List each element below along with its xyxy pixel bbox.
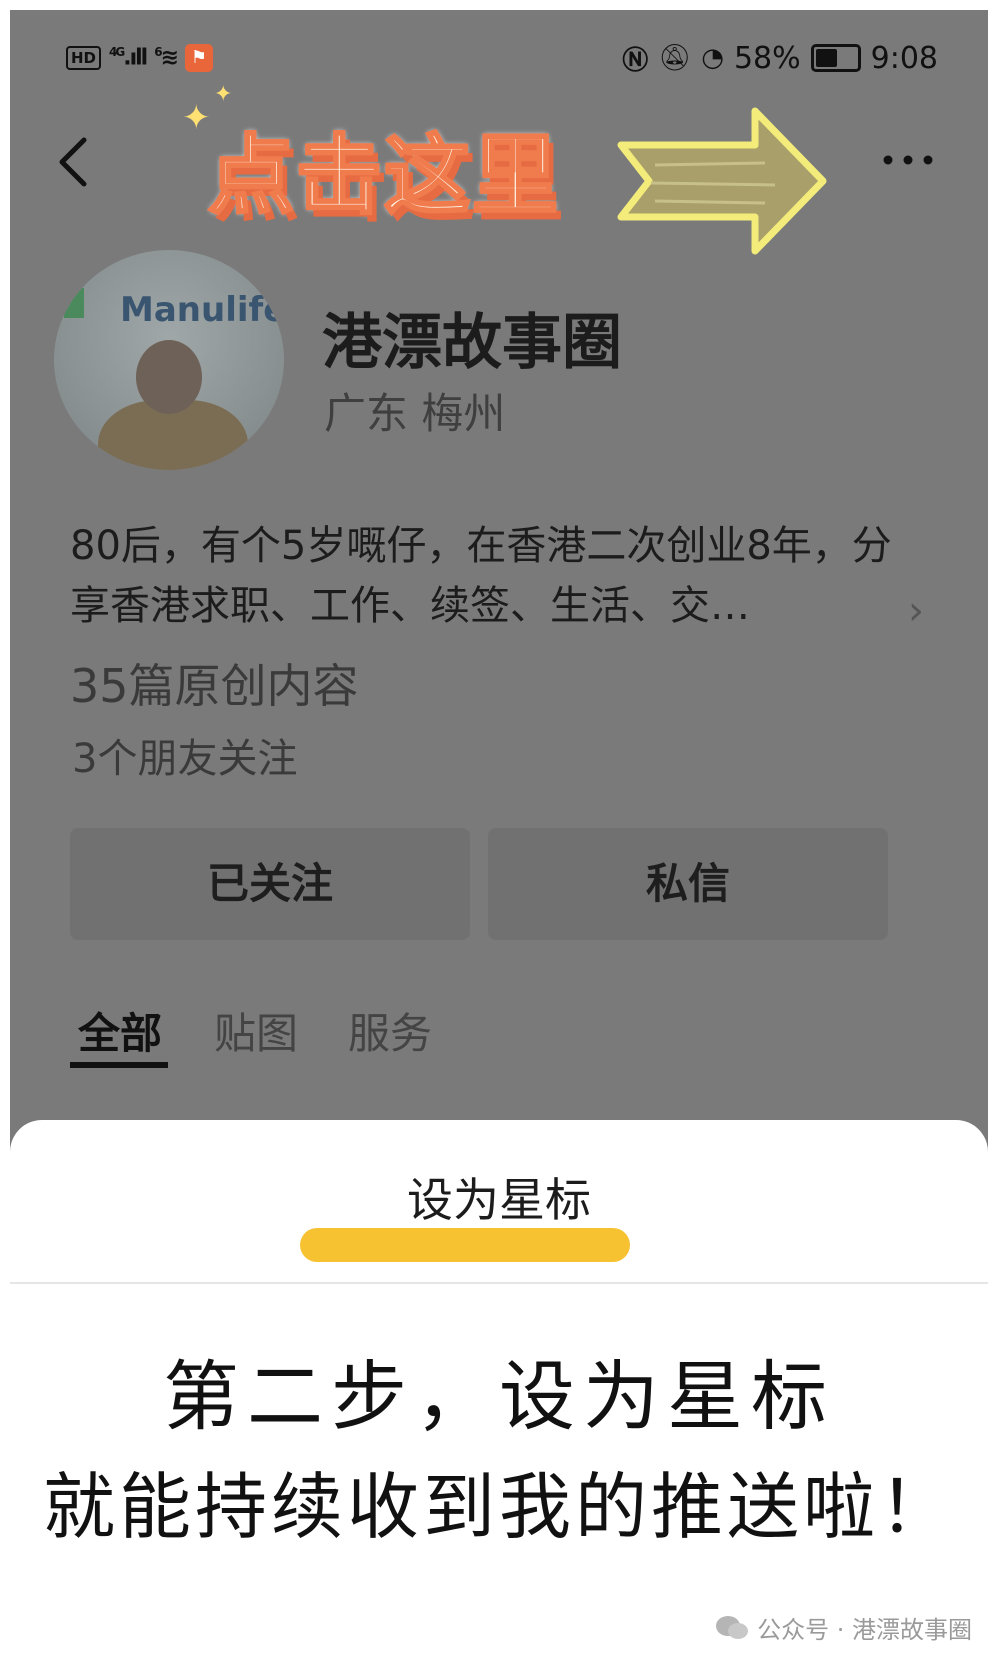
nfc-icon: Ⓝ <box>622 45 649 76</box>
sparkle-icon: ✦ <box>182 98 211 138</box>
followed-button[interactable]: 已关注 <box>70 828 470 940</box>
sparkle-icon: ✦ <box>214 82 233 107</box>
wechat-icon <box>716 1615 749 1639</box>
account-bio[interactable]: 80后，有个5岁嘅仔，在香港二次创业8年，分享香港求职、工作、续签、生活、交… <box>70 516 900 636</box>
hd-icon: HD <box>66 46 102 70</box>
arrow-right-icon <box>617 107 827 255</box>
message-button[interactable]: 私信 <box>488 828 888 940</box>
divider <box>10 1282 988 1284</box>
logo-mark <box>64 288 84 318</box>
profile-screen: HD 4G.ıll 6≋ ⚑ Ⓝ 🔕︎ ◔ 58% 9:08 ✦ ✦ 点击这里 … <box>10 10 988 1190</box>
battery-percent: 58% <box>733 40 801 76</box>
step-caption: 第二步，设为星标 <box>163 1352 835 1441</box>
tab-services[interactable]: 服务 <box>348 1000 432 1061</box>
back-icon[interactable] <box>50 132 100 192</box>
bottom-sheet: 设为星标 <box>10 1120 988 1340</box>
tab-images[interactable]: 贴图 <box>214 1000 298 1061</box>
more-options-icon[interactable] <box>878 140 938 180</box>
avatar-person-head <box>136 340 202 414</box>
friends-following[interactable]: 3个朋友关注 <box>72 726 297 784</box>
battery-icon <box>810 44 861 72</box>
tab-all[interactable]: 全部 <box>78 1000 162 1061</box>
push-caption: 就能持续收到我的推送啦！ <box>42 1465 955 1549</box>
wifi-icon: 6≋ <box>154 45 179 71</box>
mute-icon: 🔕︎ <box>658 43 692 73</box>
chevron-right-icon[interactable]: › <box>908 588 924 634</box>
avatar[interactable]: Manulife <box>54 250 284 470</box>
status-left: HD 4G.ıll 6≋ ⚑ <box>66 40 213 76</box>
status-right: Ⓝ 🔕︎ ◔ 58% 9:08 <box>622 38 938 78</box>
watermark-text: 公众号 · 港漂故事圈 <box>757 1616 972 1644</box>
active-tab-indicator <box>70 1062 168 1068</box>
account-name: 港漂故事圈 <box>322 308 622 378</box>
speed-icon: ◔ <box>701 43 724 73</box>
status-bar: HD 4G.ıll 6≋ ⚑ Ⓝ 🔕︎ ◔ 58% 9:08 <box>10 10 988 100</box>
cellular-signal-icon: 4G.ıll <box>109 45 148 71</box>
app-notification-icon: ⚑ <box>185 44 213 72</box>
set-star-option[interactable]: 设为星标 <box>10 1164 988 1230</box>
highlight-marker <box>300 1228 630 1262</box>
watermark: 公众号 · 港漂故事圈 <box>715 1610 972 1645</box>
original-content-count[interactable]: 35篇原创内容 <box>70 650 359 716</box>
avatar-logo: Manulife <box>120 290 284 330</box>
click-here-annotation: 点击这里 <box>207 125 560 228</box>
clock: 9:08 <box>870 40 938 76</box>
account-location: 广东 梅州 <box>324 389 506 438</box>
